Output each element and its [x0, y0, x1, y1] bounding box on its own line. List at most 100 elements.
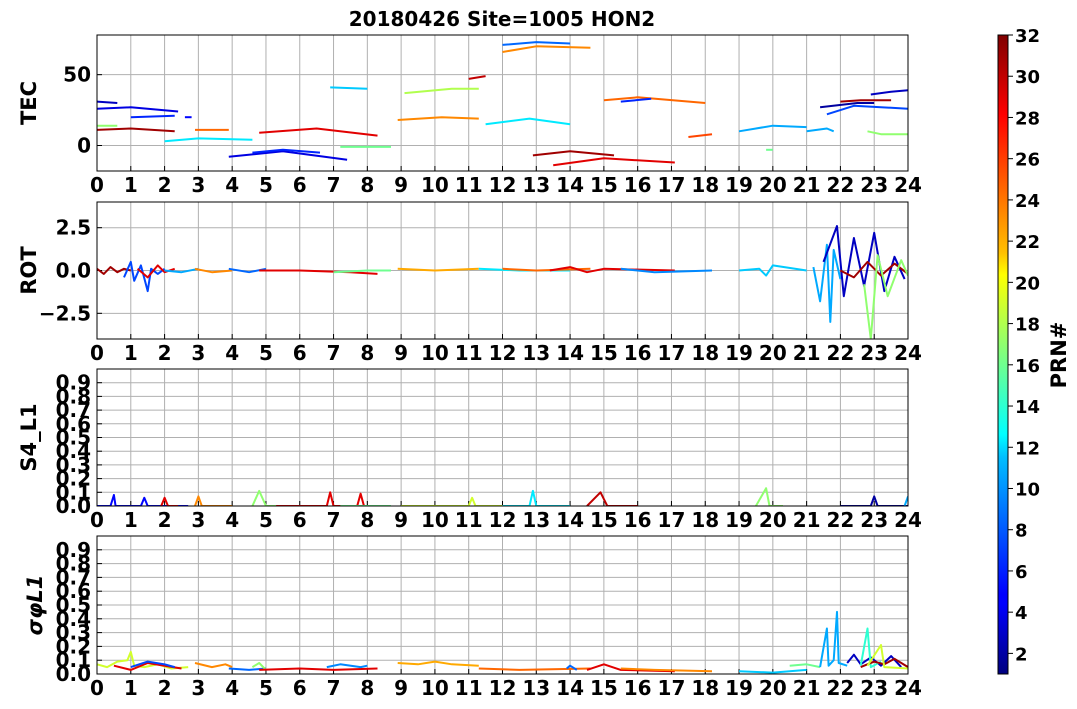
- x-tick-label: 8: [360, 508, 374, 532]
- x-tick-label: 22: [826, 508, 854, 532]
- x-tick-label: 24: [894, 341, 922, 365]
- y-tick-label: 2.5: [56, 216, 91, 240]
- x-tick-label: 8: [360, 341, 374, 365]
- x-tick-label: 9: [394, 676, 408, 700]
- chart-figure: 20180426 Site=1005 HON2 0 1 2 3 4 5 6 7 8 9 10 11 12…: [17, 7, 1071, 700]
- x-tick-label: 12: [489, 676, 517, 700]
- x-tick-label: 23: [860, 676, 888, 700]
- x-tick-label: 5: [259, 173, 273, 197]
- panel-3: 0 1 2 3 4 5 6 7 8 9 10 11 12 13 14 15 16 17 18 19 20 21 22 23 24…: [17, 368, 922, 532]
- series-line-prn-10: [819, 610, 848, 668]
- colorbar-tick-label: 14: [1015, 397, 1040, 418]
- x-tick-label: 24: [894, 173, 922, 197]
- x-tick-label: 14: [556, 341, 584, 365]
- x-tick-label: 6: [293, 173, 307, 197]
- x-tick-label: 13: [522, 341, 550, 365]
- series-line-prn-10: [812, 243, 842, 323]
- x-tick-label: 3: [191, 341, 205, 365]
- x-tick-label: 19: [725, 173, 753, 197]
- x-tick-label: 21: [793, 173, 821, 197]
- x-tick-label: 4: [225, 676, 239, 700]
- x-tick-label: 6: [293, 676, 307, 700]
- series-line-prn-6: [130, 114, 175, 119]
- colorbar-tick-label: 8: [1015, 521, 1028, 542]
- x-tick-label: 19: [725, 341, 753, 365]
- x-tick-label: 20: [759, 173, 787, 197]
- colorbar-tick-label: 28: [1015, 108, 1040, 129]
- x-tick-label: 10: [421, 508, 449, 532]
- colorbar-tick-label: 4: [1015, 603, 1028, 624]
- x-tick-label: 6: [293, 508, 307, 532]
- x-tick-label: 17: [658, 508, 686, 532]
- x-tick-label: 9: [394, 508, 408, 532]
- series-line-prn-31: [97, 127, 175, 133]
- series-line-prn-29: [259, 667, 378, 671]
- x-tick-label: 5: [259, 676, 273, 700]
- x-tick-label: 12: [489, 508, 517, 532]
- colorbar-tick-label: 12: [1015, 438, 1040, 459]
- x-tick-label: 1: [124, 508, 138, 532]
- x-tick-label: 22: [826, 676, 854, 700]
- series-line-prn-31: [532, 150, 615, 157]
- x-tick-label: 19: [725, 676, 753, 700]
- series-line-prn-24: [397, 116, 479, 121]
- panel-1: 0 1 2 3 4 5 6 7 8 9 10 11 12 13 14 15 16 17 18 19 20 21 22 23 24…: [17, 34, 922, 197]
- x-tick-label: 10: [421, 676, 449, 700]
- x-tick-label: 24: [894, 508, 922, 532]
- x-tick-label: 14: [556, 173, 584, 197]
- series-line-prn-18: [404, 87, 479, 95]
- colorbar-tick-label: 26: [1015, 150, 1040, 171]
- y-axis-label: S4_L1: [17, 403, 41, 471]
- colorbar-tick-label: 24: [1015, 191, 1040, 212]
- x-tick-label: 18: [691, 676, 719, 700]
- x-tick-label: 7: [327, 341, 341, 365]
- colorbar: PRN# 2468101214161820222426283032: [997, 26, 1071, 675]
- x-tick-label: 17: [658, 173, 686, 197]
- series-line-prn-31: [840, 99, 892, 103]
- colorbar-tick-label: 32: [1015, 26, 1040, 47]
- y-tick-label: 0: [77, 134, 91, 158]
- y-tick-label: 0.0: [56, 259, 91, 283]
- x-tick-label: 21: [793, 341, 821, 365]
- x-tick-label: 8: [360, 676, 374, 700]
- series-line-prn-17: [867, 130, 908, 136]
- colorbar-tick-label: 18: [1015, 315, 1040, 336]
- x-tick-label: 15: [590, 341, 618, 365]
- x-tick-label: 16: [624, 676, 652, 700]
- x-tick-label: 0: [90, 341, 104, 365]
- x-tick-label: 1: [124, 341, 138, 365]
- panel-4: 0 1 2 3 4 5 6 7 8 9 10 11 12 13 14 15 16 17 18 19 20 21 22 23 24…: [23, 535, 922, 700]
- x-tick-label: 20: [759, 341, 787, 365]
- x-tick-label: 2: [158, 508, 172, 532]
- x-tick-label: 18: [691, 173, 719, 197]
- series-line-prn-9: [326, 663, 368, 669]
- series-line-prn-29: [160, 496, 179, 506]
- y-tick-label: −2.5: [39, 301, 91, 325]
- x-tick-label: 1: [124, 173, 138, 197]
- x-tick-label: 7: [327, 676, 341, 700]
- x-tick-label: 22: [826, 173, 854, 197]
- y-tick-label: 50: [63, 63, 91, 87]
- y-tick-label: 0.9: [56, 371, 91, 395]
- colorbar-tick-label: 30: [1015, 67, 1040, 88]
- colorbar-tick-label: 22: [1015, 232, 1040, 253]
- series-line-prn-30: [586, 491, 638, 506]
- x-tick-label: 4: [225, 508, 239, 532]
- x-tick-label: 9: [394, 341, 408, 365]
- colorbar-label: PRN#: [1047, 322, 1071, 389]
- series-line-prn-17: [755, 487, 783, 506]
- x-tick-label: 23: [860, 173, 888, 197]
- x-tick-label: 17: [658, 676, 686, 700]
- x-tick-label: 17: [658, 341, 686, 365]
- x-tick-label: 13: [522, 508, 550, 532]
- series-line-prn-4: [97, 106, 179, 113]
- series-line-prn-25: [603, 96, 706, 104]
- x-tick-label: 18: [691, 508, 719, 532]
- x-tick-label: 2: [158, 676, 172, 700]
- colorbar-tick-label: 20: [1015, 273, 1040, 294]
- x-tick-label: 11: [455, 676, 483, 700]
- series-line-prn-11: [330, 86, 368, 90]
- x-tick-label: 13: [522, 676, 550, 700]
- x-tick-label: 20: [759, 676, 787, 700]
- series-line-prn-24: [194, 495, 233, 506]
